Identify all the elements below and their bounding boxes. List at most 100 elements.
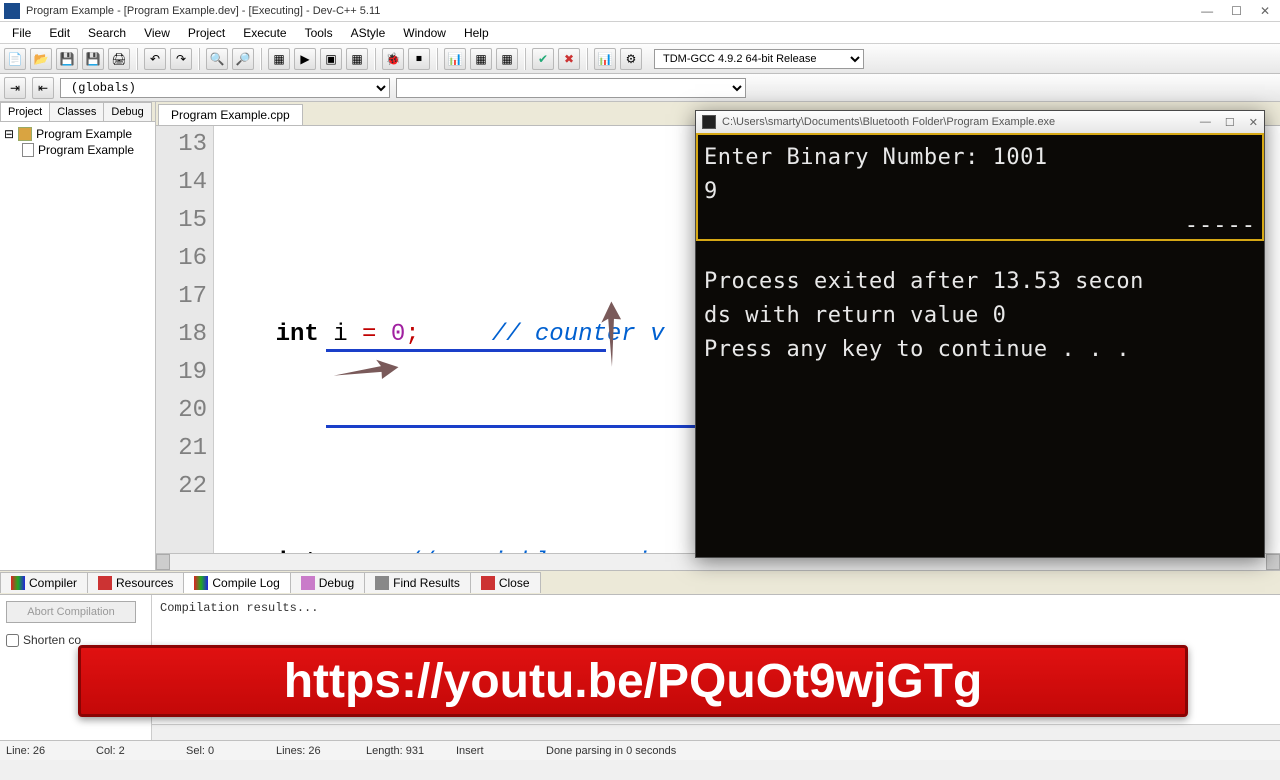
- status-lines: Lines: 26: [276, 745, 336, 757]
- minimize-button[interactable]: —: [1201, 4, 1213, 18]
- status-done: Done parsing in 0 seconds: [546, 745, 676, 757]
- status-insert: Insert: [456, 745, 516, 757]
- console-line: Press any key to continue . . .: [704, 333, 1256, 367]
- open-icon[interactable]: 📂: [30, 48, 52, 70]
- debug-icon[interactable]: 🐞: [382, 48, 404, 70]
- run-icon[interactable]: ▶: [294, 48, 316, 70]
- save-icon[interactable]: 💾: [56, 48, 78, 70]
- app-icon: [4, 3, 20, 19]
- status-sel: Sel: 0: [186, 745, 246, 757]
- tree-file[interactable]: Program Example: [4, 142, 151, 158]
- title-bar: Program Example - [Program Example.dev] …: [0, 0, 1280, 22]
- chart-icon[interactable]: 📊: [594, 48, 616, 70]
- console-close-button[interactable]: ✕: [1249, 116, 1258, 129]
- members-dropdown[interactable]: [396, 78, 746, 98]
- console-line: 9: [704, 175, 1256, 209]
- console-icon: [702, 115, 716, 129]
- maximize-button[interactable]: ☐: [1231, 4, 1242, 18]
- menu-window[interactable]: Window: [395, 24, 454, 42]
- debug-icon: [301, 576, 315, 590]
- menu-view[interactable]: View: [136, 24, 178, 42]
- status-bar: Line: 26 Col: 2 Sel: 0 Lines: 26 Length:…: [0, 740, 1280, 760]
- console-line: Enter Binary Number: 1001: [704, 141, 1256, 175]
- status-line: Line: 26: [6, 745, 66, 757]
- bottom-tab-resources[interactable]: Resources: [87, 572, 184, 593]
- x-icon[interactable]: ✖: [558, 48, 580, 70]
- menu-tools[interactable]: Tools: [297, 24, 341, 42]
- resources-icon: [98, 576, 112, 590]
- menu-edit[interactable]: Edit: [41, 24, 78, 42]
- back-icon[interactable]: ⇤: [32, 77, 54, 99]
- banner-text: https://youtu.be/PQuOt9wjGTg: [284, 654, 983, 709]
- tool2-icon[interactable]: ▦: [496, 48, 518, 70]
- compilelog-icon: [194, 576, 208, 590]
- bottom-tab-compiler[interactable]: Compiler: [0, 572, 88, 593]
- menu-file[interactable]: File: [4, 24, 39, 42]
- underline-annotation: [326, 425, 696, 428]
- menu-project[interactable]: Project: [180, 24, 233, 42]
- rebuild-icon[interactable]: ▦: [346, 48, 368, 70]
- stop-icon[interactable]: ⏹: [408, 48, 430, 70]
- bottom-tab-close[interactable]: Close: [470, 572, 541, 593]
- console-max-button[interactable]: ☐: [1225, 116, 1235, 129]
- goto-icon[interactable]: ⇥: [4, 77, 26, 99]
- compiler-select[interactable]: TDM-GCC 4.9.2 64-bit Release: [654, 49, 864, 69]
- replace-icon[interactable]: 🔎: [232, 48, 254, 70]
- status-col: Col: 2: [96, 745, 156, 757]
- check-icon[interactable]: ✔: [532, 48, 554, 70]
- abort-button[interactable]: Abort Compilation: [6, 601, 136, 623]
- menu-execute[interactable]: Execute: [235, 24, 294, 42]
- menu-help[interactable]: Help: [456, 24, 497, 42]
- console-line: ds with return value 0: [704, 299, 1256, 333]
- console-min-button[interactable]: —: [1200, 116, 1211, 129]
- console-window: C:\Users\smarty\Documents\Bluetooth Fold…: [695, 110, 1265, 558]
- window-title: Program Example - [Program Example.dev] …: [26, 5, 1201, 17]
- compile-run-icon[interactable]: ▣: [320, 48, 342, 70]
- file-icon: [22, 143, 34, 157]
- toolbar-scope: ⇥ ⇤ (globals): [0, 74, 1280, 102]
- tree-root-label: Program Example: [36, 127, 132, 141]
- new-icon[interactable]: 📄: [4, 48, 26, 70]
- profile-icon[interactable]: 📊: [444, 48, 466, 70]
- editor-tab[interactable]: Program Example.cpp: [158, 104, 303, 125]
- tree-file-label: Program Example: [38, 143, 134, 157]
- console-output: Enter Binary Number: 1001 9 ----- Proces…: [696, 133, 1264, 376]
- gear-icon[interactable]: ⚙: [620, 48, 642, 70]
- log-scrollbar[interactable]: [152, 724, 1280, 740]
- console-line: Process exited after 13.53 secon: [704, 265, 1256, 299]
- log-line: Compilation results...: [160, 601, 1272, 615]
- toolbar-main: 📄 📂 💾 💾 🖨 ↶ ↷ 🔍 🔎 ▦ ▶ ▣ ▦ 🐞 ⏹ 📊 ▦ ▦ ✔ ✖ …: [0, 44, 1280, 74]
- underline-annotation: [326, 349, 606, 352]
- close-icon: [481, 576, 495, 590]
- menu-astyle[interactable]: AStyle: [343, 24, 394, 42]
- redo-icon[interactable]: ↷: [170, 48, 192, 70]
- console-titlebar[interactable]: C:\Users\smarty\Documents\Bluetooth Fold…: [696, 111, 1264, 133]
- close-button[interactable]: ✕: [1260, 4, 1270, 18]
- saveall-icon[interactable]: 💾: [82, 48, 104, 70]
- scope-dropdown[interactable]: (globals): [60, 78, 390, 98]
- console-title: C:\Users\smarty\Documents\Bluetooth Fold…: [722, 116, 1194, 128]
- menu-search[interactable]: Search: [80, 24, 134, 42]
- compiler-icon: [11, 576, 25, 590]
- folder-icon: [18, 127, 32, 141]
- tree-root[interactable]: ⊟ Program Example: [4, 126, 151, 142]
- project-sidebar: Project Classes Debug ⊟ Program Example …: [0, 102, 156, 570]
- sidebar-tab-classes[interactable]: Classes: [49, 102, 104, 121]
- bottom-tab-compilelog[interactable]: Compile Log: [183, 572, 290, 593]
- sidebar-tab-project[interactable]: Project: [0, 102, 50, 121]
- bottom-tab-debug[interactable]: Debug: [290, 572, 365, 593]
- menu-bar: File Edit Search View Project Execute To…: [0, 22, 1280, 44]
- shorten-checkbox-input[interactable]: [6, 634, 19, 647]
- find-icon: [375, 576, 389, 590]
- find-icon[interactable]: 🔍: [206, 48, 228, 70]
- tool-icon[interactable]: ▦: [470, 48, 492, 70]
- compile-icon[interactable]: ▦: [268, 48, 290, 70]
- sidebar-tab-debug[interactable]: Debug: [103, 102, 151, 121]
- bottom-tab-findresults[interactable]: Find Results: [364, 572, 471, 593]
- project-tree[interactable]: ⊟ Program Example Program Example: [0, 122, 155, 162]
- status-length: Length: 931: [366, 745, 426, 757]
- undo-icon[interactable]: ↶: [144, 48, 166, 70]
- line-gutter: 131415 161718 192021 22: [156, 126, 214, 553]
- url-banner: https://youtu.be/PQuOt9wjGTg: [78, 645, 1188, 717]
- print-icon[interactable]: 🖨: [108, 48, 130, 70]
